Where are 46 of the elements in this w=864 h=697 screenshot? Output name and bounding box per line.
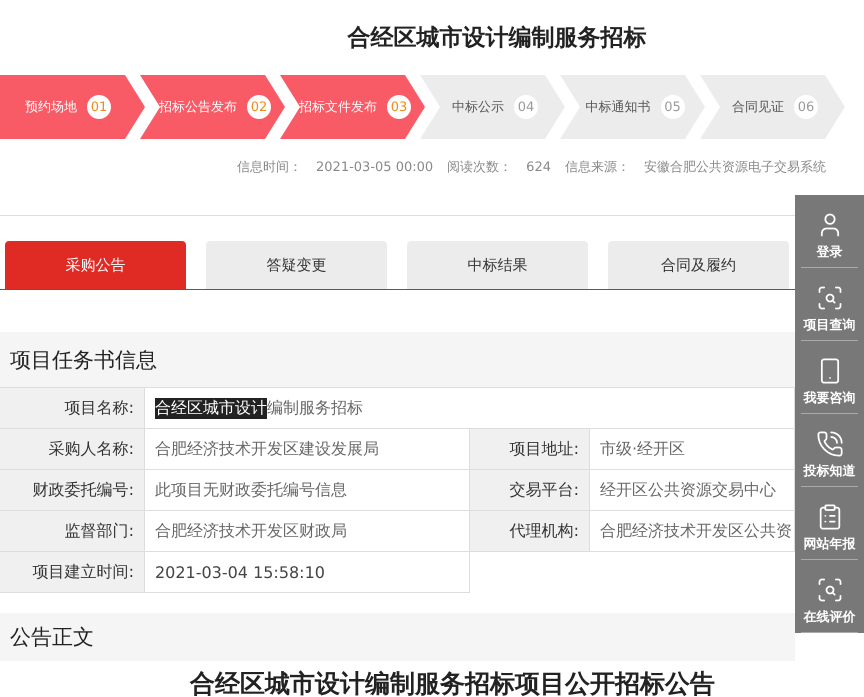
field-label: 监督部门: — [0, 511, 145, 552]
sidebar-link[interactable]: 网站年报 — [801, 487, 858, 560]
field-label: 项目地址: — [470, 429, 590, 470]
meta-label: 信息来源： — [565, 159, 630, 176]
search-icon — [816, 576, 844, 604]
tab[interactable]: 中标结果 — [407, 241, 588, 289]
section-heading: 公告正文 — [0, 613, 795, 661]
sidebar-link[interactable]: 我要咨询 — [801, 341, 858, 414]
tab[interactable]: 采购公告 — [5, 241, 186, 289]
step-label: 合同见证 — [732, 99, 784, 116]
step-label: 中标公示 — [452, 99, 504, 116]
sidebar-link[interactable]: 登录 — [801, 195, 858, 268]
sidebar-link[interactable]: 在线评价 — [801, 560, 858, 633]
tab[interactable]: 合同及履约 — [608, 241, 789, 289]
notice-title: 合经区城市设计编制服务招标项目公开招标公告 — [188, 668, 716, 697]
step-label: 预约场地 — [25, 99, 77, 116]
call-icon — [816, 430, 844, 458]
sidebar-link[interactable]: 投标知道 — [801, 414, 858, 487]
meta-label: 阅读次数： — [447, 159, 512, 176]
step-number: 05 — [660, 95, 684, 119]
meta-value: 2021-03-05 00:00 — [316, 160, 434, 174]
field-label: 采购人名称: — [0, 429, 145, 470]
field-label: 财政委托编号: — [0, 470, 145, 511]
meta-value: 安徽合肥公共资源电子交易系统 — [644, 159, 826, 176]
step-label: 招标公告发布 — [159, 99, 237, 116]
page-title: 合经区城市设计编制服务招标 — [346, 24, 648, 53]
step-label: 中标通知书 — [586, 99, 650, 116]
step-number: 02 — [247, 95, 271, 119]
section-heading: 项目任务书信息 — [0, 332, 795, 387]
field-label: 项目建立时间: — [0, 552, 145, 593]
field-label: 代理机构: — [470, 511, 590, 552]
field-value: 合经区城市设计编制服务招标 — [145, 388, 795, 429]
field-label: 项目名称: — [0, 388, 145, 429]
tab[interactable]: 答疑变更 — [206, 241, 387, 289]
step-label: 招标文件发布 — [299, 99, 377, 116]
field-value: 合肥经济技术开发区财政局 — [145, 511, 470, 552]
step-number: 03 — [387, 95, 411, 119]
search-icon — [816, 284, 844, 312]
sidebar-link[interactable]: 项目查询 — [801, 268, 858, 341]
step-number: 01 — [87, 95, 111, 119]
field-value: 2021-03-04 15:58:10 — [145, 552, 470, 593]
step-number: 04 — [514, 95, 538, 119]
meta-value: 624 — [526, 160, 551, 174]
step-number: 06 — [794, 95, 818, 119]
meta-label: 信息时间： — [237, 159, 302, 176]
field-label: 交易平台: — [470, 470, 590, 511]
